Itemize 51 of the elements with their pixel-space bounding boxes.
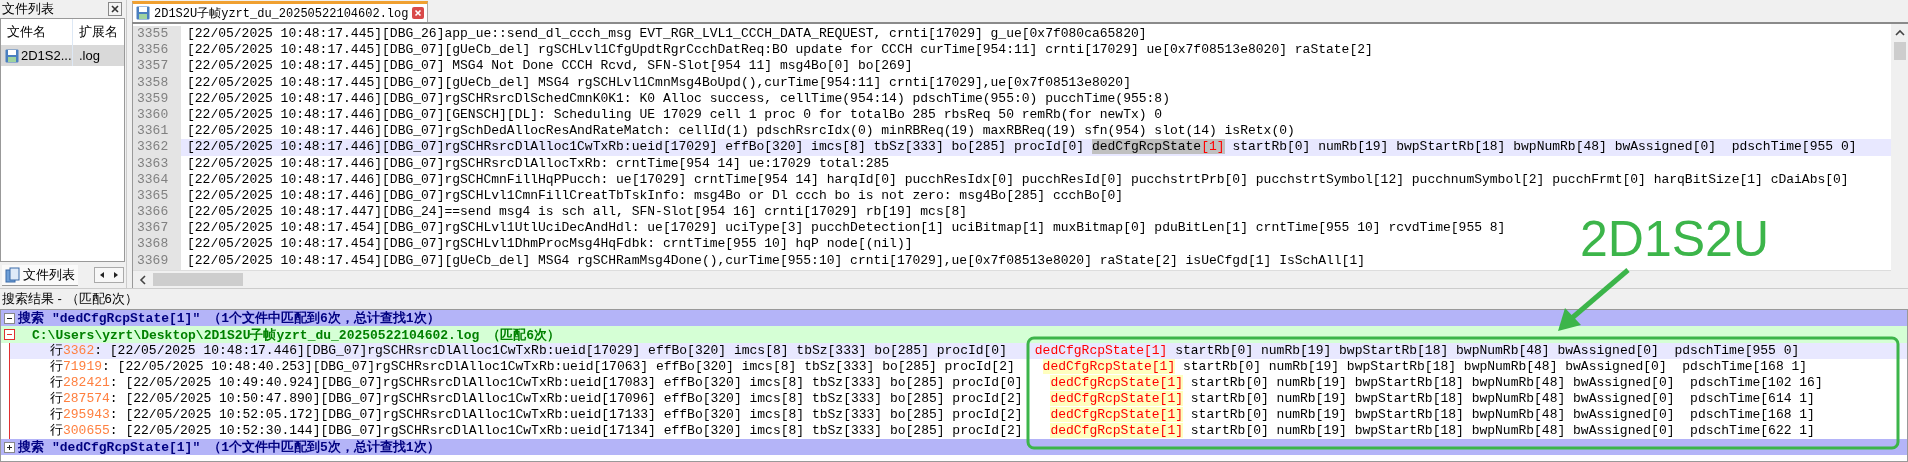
code-line: [22/05/2025 10:48:17.445][DBG_07][gUeCb_del] rgSCHLvl1CfgUpdtRgrCcchDatReq:BO update for CCCH curTime[954:11] crnti[17029] ue[0x7f08513e8020] raState[2] (187, 42, 1373, 59)
code-line: [22/05/2025 10:48:17.446][DBG_07]rgSCHCmnFillHqPPucch: ue[17029] crntTime[954 14] harqId[0] pucchResIdx[0] pucchResId[0] pucchstrtPrb[0] pucchstrtSymbol[12] pucchnumSymbol[2] pucchFrmt[0] harqBitSize[1] cDaiAbs[0] (187, 171, 1849, 188)
column-header[interactable]: 扩展名 (73, 23, 124, 41)
scrollbar-thumb[interactable] (153, 273, 243, 286)
file-list-icon (5, 266, 21, 283)
line-number: 3355 (133, 26, 181, 43)
line-number: 3366 (133, 204, 181, 221)
code-line: [22/05/2025 10:48:17.454][DBG_07]rgSCHLvl1DhmProcMsg4HqFdbk: crntTime[955 10] hqP node[(nil)] (187, 236, 913, 253)
code-line: [22/05/2025 10:48:17.446][DBG_07]rgSCHLvl1CmnFillCreatTbTskInfo: msg4Bo or Dl ccch bo is not zero: msg4Bo[285] ccchBo[0] (187, 187, 1124, 205)
search-hit-row[interactable]: 行287574: [22/05/2025 10:50:47.890][DBG_07]rgSCHRsrcDlAlloc1CwTxRb:ueid[17096] effBo[320] imcs[8] tbSz[333] bo[285] procId[2] dedCfgRcpState[1] startRb[0] numRb[19] bwpStartRb[18] bwpNumRb[48] bwAssigned[0] pdschTime[614 1] (10, 391, 1907, 407)
code-line: [22/05/2025 10:48:17.446][DBG_07]rgSchDedAllocResAndRateMatch: cellId(1) pdschRsrcIdx(0) minRBReq(19) maxRBReq(19) sfn(954) slot(14) isRetx(0) (187, 123, 1295, 140)
collapse-toggle-icon[interactable] (4, 312, 15, 324)
line-number: 3362 (133, 139, 181, 156)
search-hit-row[interactable]: 行282421: [22/05/2025 10:49:40.924][DBG_07]rgSCHRsrcDlAlloc1CwTxRb:ueid[17083] effBo[320] imcs[8] tbSz[333] bo[285] procId[0] dedCfgRcpState[1] startRb[0] numRb[19] bwpStartRb[18] bwpNumRb[48] bwAssigned[0] pdschTime[102 16] (10, 375, 1907, 391)
search-hit-row[interactable]: 行300655: [22/05/2025 10:52:30.144][DBG_07]rgSCHRsrcDlAlloc1CwTxRb:ueid[17134] effBo[320] imcs[8] tbSz[333] bo[285] procId[2] dedCfgRcpState[1] startRb[0] numRb[19] bwpStartRb[18] bwpNumRb[48] bwAssigned[0] pdschTime[622 1] (10, 423, 1907, 439)
annotation-label: 2D1S2U (1580, 214, 1769, 264)
search-hit-row[interactable]: 行71919: [22/05/2025 10:48:40.253][DBG_07]rgSCHRsrcDlAlloc1CwTxRb:ueid[17063] effBo[320] imcs[8] tbSz[333] bo[285] procId[2] dedCfgRcpState[1] startRb[0] numRb[19] bwpStartRb[18] bwpNumRb[48] bwAssigned[0] pdschTime[168 1] (10, 359, 1907, 375)
code-line: [22/05/2025 10:48:17.454][DBG_07]rgSCHLvl1UtlUciDecAndHdl: ue[17029] uciType[3] pucchDetection[1] uciBitmap[1] muxBitmap[0] pduBitLen[1] crntTime[955 10] rcvdTime[955 8] (187, 220, 1506, 237)
file-path-row[interactable]: C:\Users\yzrt\Desktop\2D1S2U子帧yzrt_du_20250522104602.log （匹配6次） (1, 326, 1907, 343)
code-line: [22/05/2025 10:48:17.446][DBG_07][GENSCH][DL]: Scheduling UE 17029 cell 1 proc 0 for totalBo 285 rbsReq 50 remRb(for newTx) 0 (187, 106, 1163, 124)
search-hit-row[interactable]: 行3362: [22/05/2025 10:48:17.446][DBG_07]rgSCHRsrcDlAlloc1CwTxRb:ueid[17029] effBo[320] imcs[8] tbSz[333] bo[285] procId[0] dedCfgRcpState[1] startRb[0] numRb[19] bwpStartRb[18] bwpNumRb[48] bwAssigned[0] pdschTime[955 0] (10, 343, 1907, 359)
code-line: [22/05/2025 10:48:17.446][DBG_07]rgSCHRsrcDlAllocTxRb: crntTime[954 14] ue:17029 total:285 (187, 155, 890, 172)
annotation-arrow (1558, 268, 1630, 331)
code-line: [22/05/2025 10:48:17.445][DBG_07][gUeCb_del] MSG4 rgSCHLvl1CmnMsg4BoUpd(),curTime[954:11] crnti[17029],ue[0x7f08513e8020] (187, 74, 1131, 91)
code-line: [22/05/2025 10:48:17.454][DBG_07][gUeCb_del] MSG4 rgSCHRamMsg4Done(),curTime[955:10] crnti[17029],ue[0x7f08513e8020] raState[2] isUeCfgd[1] IsSchAll[1] (187, 252, 1365, 269)
file-name: 2D1S2... (21, 48, 72, 63)
text-editor[interactable] (132, 24, 1908, 288)
scroll-left-icon[interactable] (137, 273, 149, 286)
file-row[interactable]: 2D1S2... .log (1, 45, 124, 66)
collapse-toggle-icon[interactable] (4, 329, 15, 340)
line-number: 3356 (133, 42, 181, 59)
line-number: 3367 (133, 220, 181, 237)
collapse-toggle-icon[interactable] (4, 441, 15, 453)
horizontal-scrollbar[interactable] (133, 270, 1891, 288)
search-hit-row[interactable]: 行295943: [22/05/2025 10:52:05.172][DBG_07]rgSCHRsrcDlAlloc1CwTxRb:ueid[17133] effBo[320] imcs[8] tbSz[333] bo[285] procId[2] dedCfgRcpState[1] startRb[0] numRb[19] bwpStartRb[18] bwpNumRb[48] bwAssigned[0] pdschTime[168 1] (10, 407, 1907, 423)
scrollbar-thumb[interactable] (1893, 42, 1906, 60)
code-line: [22/05/2025 10:48:17.446][DBG_07]rgSCHRsrcDlAlloc1CwTxRb:ueid[17029] effBo[320] imcs[8] tbSz[333] bo[285] procId[0] dedCfgRcpState[1] startRb[0] numRb[19] bwpStartRb[18] bwpNumRb[48] bwAssigned[0] pdschTime[955 0] (187, 139, 1857, 156)
panel-title: 文件列表 (2, 0, 54, 18)
file-tab[interactable]: 2D1S2U子帧yzrt_du_20250522104602.log (132, 1, 429, 22)
line-number: 3357 (133, 58, 181, 75)
close-icon[interactable] (108, 2, 122, 16)
code-line: [22/05/2025 10:48:17.445][DBG_26]app_ue::send_dl_ccch_msg EVT_RGR_LVL1_CCCH_DATA_REQUEST, crnti[17029] g_ue[0x7f080ca65820] (187, 26, 1147, 43)
code-line: [22/05/2025 10:48:17.445][DBG_07] MSG4 Not Done CCCH Rcvd, SFN-Slot[954 11] msg4Bo[0] bo[269] (187, 58, 913, 75)
code-line: [22/05/2025 10:48:17.447][DBG_24]==send msg4 is sch all, SFN-Slot[954 16] crnti[17029] rb[19] mcs[8] (187, 204, 968, 221)
code-line: [22/05/2025 10:48:17.446][DBG_07]rgSCHRsrcDlSchedCmnK0K1: K0 Alloc success, cellTime(954:14) pdschTime(955:0) pucchTime(955:8) (187, 90, 1170, 107)
panel-tab[interactable]: 文件列表 (2, 264, 78, 286)
line-number: 3361 (133, 123, 181, 140)
line-number: 3368 (133, 236, 181, 253)
search-header-row[interactable]: 搜索 "dedCfgRcpState[1]" （1个文件中匹配到6次，总计查找1次） (1, 310, 1907, 326)
vertical-scrollbar[interactable] (1891, 24, 1908, 288)
file-extension: .log (78, 48, 101, 63)
